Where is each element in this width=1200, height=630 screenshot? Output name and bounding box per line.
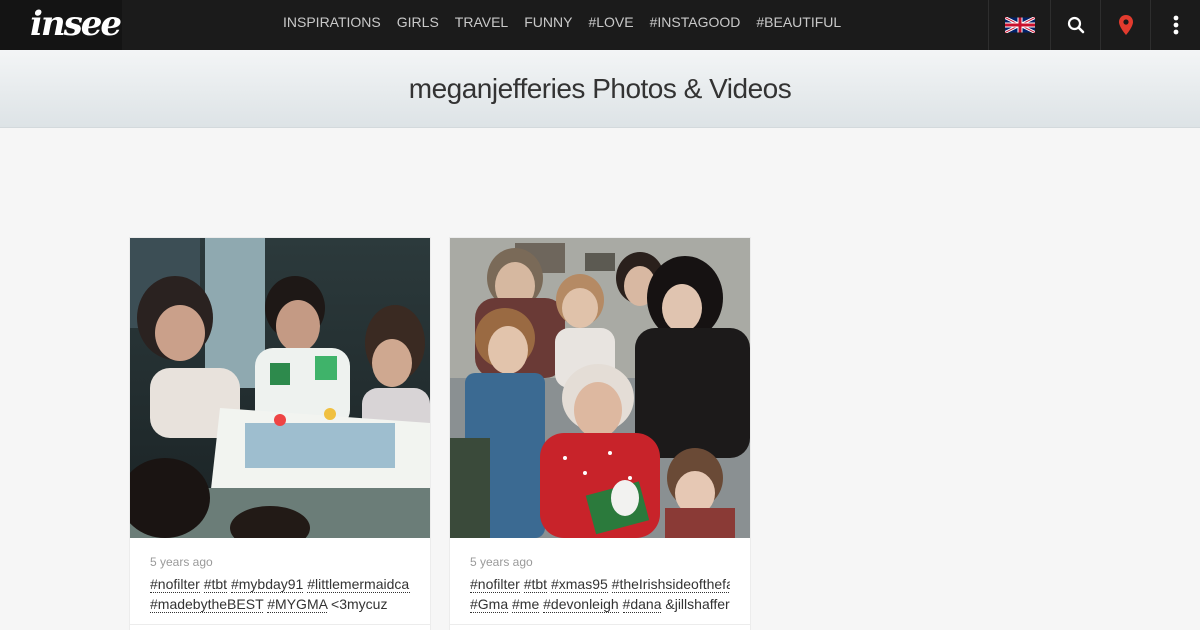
post-caption-line: #nofilter #tbt #xmas95 #theIrishsideofth… [470,574,730,594]
tag-tbt[interactable]: #tbt [203,576,228,593]
post-card[interactable]: 5 years ago #nofilter #tbt #mybday91 #li… [130,238,430,630]
page-header: meganjefferies Photos & Videos [0,50,1200,128]
uk-flag-icon [1004,17,1035,33]
nav-item-funny[interactable]: FUNNY [516,0,580,44]
tag-xmas95[interactable]: #xmas95 [550,576,608,593]
post-caption-line: #nofilter #tbt #mybday91 #littlemermaidc… [150,574,410,594]
tag-devonleigh[interactable]: #devonleigh [543,596,619,613]
tag-nofilter[interactable]: #nofilter [470,576,520,593]
tag-mybday91[interactable]: #mybday91 [230,576,304,593]
more-vertical-icon [1173,15,1178,35]
nav-item-beautiful[interactable]: #BEAUTIFUL [748,0,849,44]
site-logo: insee [30,4,122,44]
tag-tbt[interactable]: #tbt [523,576,548,593]
search-button[interactable] [1050,0,1100,50]
nav-item-travel[interactable]: TRAVEL [447,0,516,44]
nav-item-instagood[interactable]: #INSTAGOOD [642,0,749,44]
tag-me[interactable]: #me [512,596,540,613]
search-icon [1067,16,1084,34]
location-button[interactable] [1100,0,1150,50]
card-divider [130,624,430,625]
logo-link[interactable]: insee [0,0,122,50]
post-meta: 5 years ago #nofilter #tbt #mybday91 #li… [130,538,430,614]
main-nav: INSPIRATIONS GIRLS TRAVEL FUNNY #LOVE #I… [275,0,849,44]
tag-littlemermaidcake[interactable]: #littlemermaidcake [307,576,410,593]
post-card[interactable]: 5 years ago #nofilter #tbt #xmas95 #theI… [450,238,750,630]
post-time: 5 years ago [150,555,213,569]
tag-mygma[interactable]: #MYGMA [267,596,328,613]
map-pin-icon [1118,15,1133,35]
caption-text: &jillshaffer [661,596,730,612]
tag-theirishsideofthefamily[interactable]: #theIrishsideofthefamily [611,576,730,593]
post-meta: 5 years ago #nofilter #tbt #xmas95 #theI… [450,538,750,614]
tag-nofilter[interactable]: #nofilter [150,576,200,593]
more-menu-button[interactable] [1150,0,1200,50]
caption-text: <3mycuz [327,596,388,612]
nav-item-love[interactable]: #LOVE [580,0,641,44]
toolbar [988,0,1200,50]
card-divider [450,624,750,625]
post-caption-line: #Gma #me #devonleigh #dana &jillshaffer [470,594,730,614]
post-photo[interactable] [130,238,430,538]
nav-item-inspirations[interactable]: INSPIRATIONS [275,0,389,44]
caption-space [619,596,623,612]
tag-gma[interactable]: #Gma [470,596,509,613]
top-navbar: insee INSPIRATIONS GIRLS TRAVEL FUNNY #L… [0,0,1200,50]
post-photo[interactable] [450,238,750,538]
post-time: 5 years ago [470,555,533,569]
page-title: meganjefferies Photos & Videos [408,73,792,104]
language-button[interactable] [988,0,1050,50]
nav-item-girls[interactable]: GIRLS [389,0,447,44]
post-caption-line: #madebytheBEST #MYGMA <3mycuz [150,594,410,614]
tag-madebythebest[interactable]: #madebytheBEST [150,596,264,613]
tag-dana[interactable]: #dana [622,596,662,613]
